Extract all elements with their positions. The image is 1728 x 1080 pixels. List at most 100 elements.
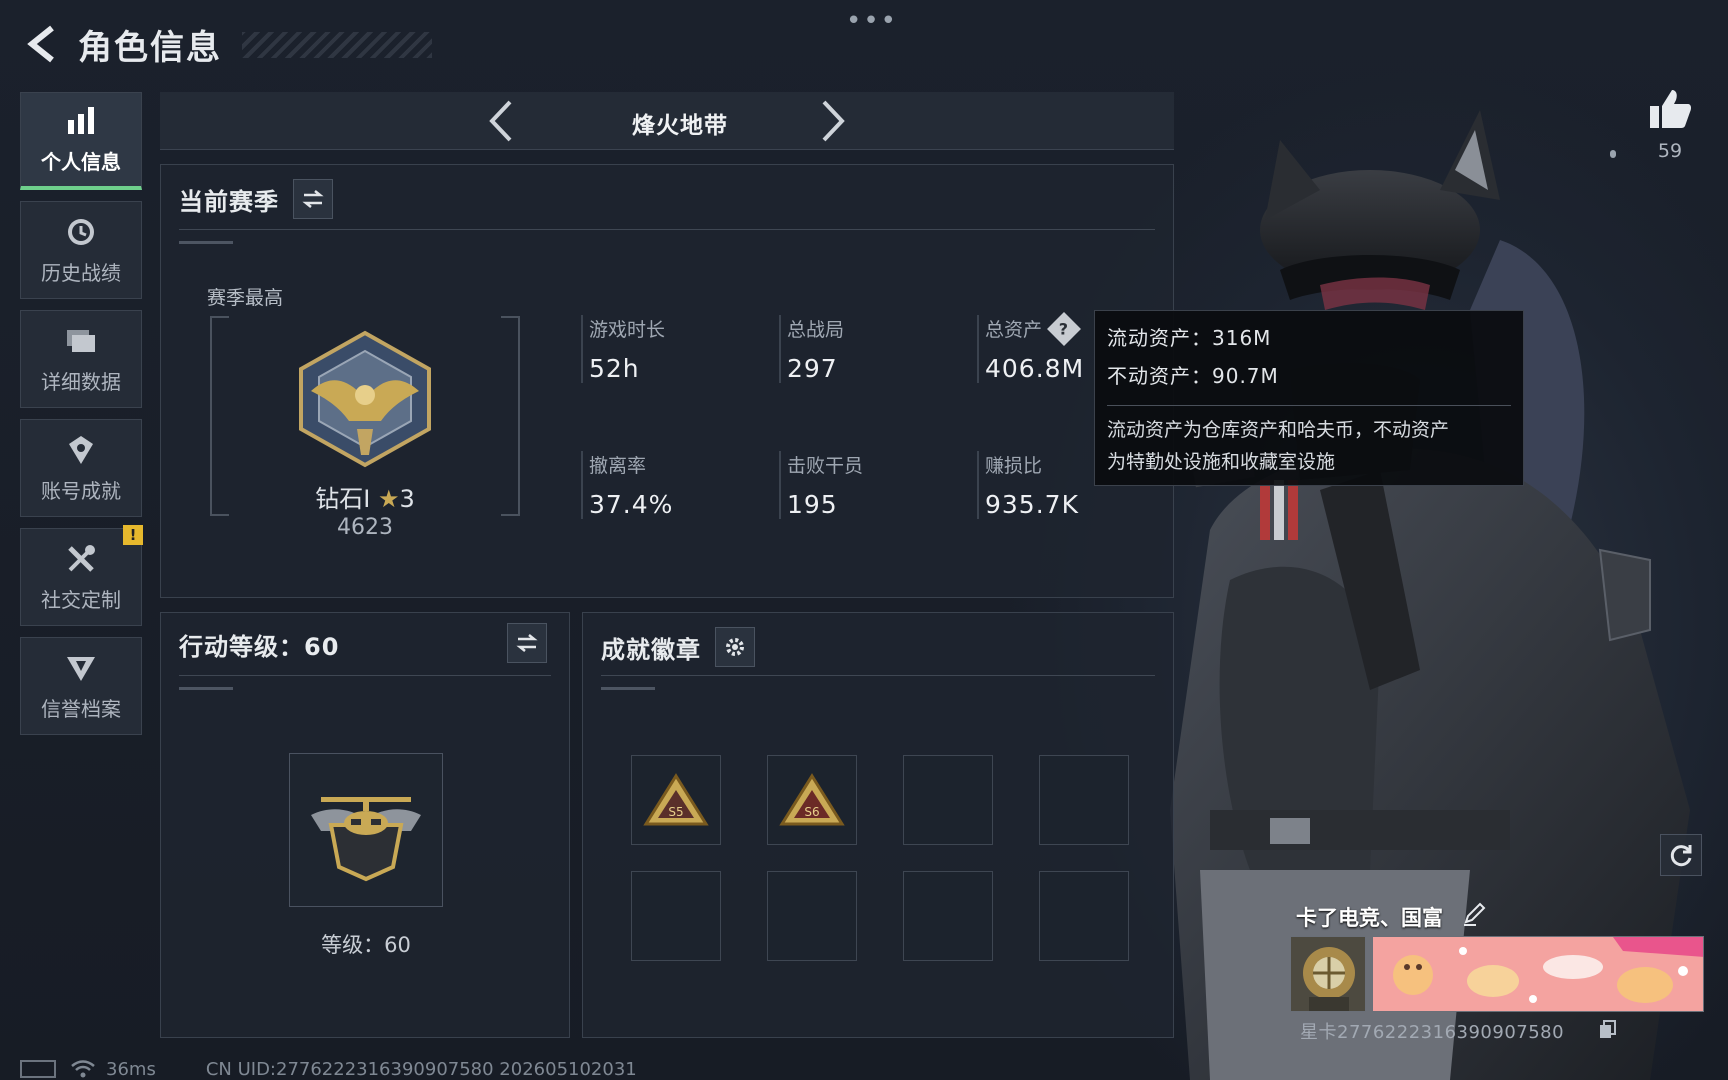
assets-tooltip: 流动资产：316M 不动资产：90.7M 流动资产为仓库资产和哈夫币，不动资产 …: [1094, 310, 1524, 486]
badge-slot-empty[interactable]: [1039, 871, 1129, 961]
rank-title: 钻石I: [315, 485, 371, 513]
player-name: 卡了电竞、国富: [1296, 906, 1443, 930]
achievement-badges-panel: 成就徽章 S5 S6: [582, 612, 1174, 1038]
card-uid: 星卡2776222316390907580: [1300, 1022, 1565, 1043]
sidebar-item-social-custom[interactable]: ! 社交定制: [20, 525, 143, 626]
uid-text: CN UID:2776222316390907580 202605102031: [205, 1058, 637, 1080]
more-menu-button[interactable]: •••: [846, 6, 898, 36]
tooltip-divider: [1107, 405, 1511, 406]
copy-icon[interactable]: [1598, 1020, 1618, 1040]
rotate-model-button[interactable]: [1660, 834, 1702, 876]
rank-star-icon: ★: [377, 485, 400, 513]
title-decoration: [242, 32, 432, 58]
badges-settings-button[interactable]: [715, 627, 755, 667]
like-button[interactable]: 59: [1646, 88, 1694, 162]
divider: [179, 229, 1155, 230]
badges-panel-title: 成就徽章: [601, 635, 701, 664]
back-arrow-icon: [27, 25, 54, 63]
season-switch-button[interactable]: [293, 179, 333, 219]
help-mark: ?: [1059, 319, 1069, 338]
stat-value: 52h: [589, 354, 640, 383]
s6-badge-icon: S6: [779, 773, 845, 826]
s6-badge-label: S6: [804, 805, 819, 819]
credit-shield-icon: [67, 656, 95, 681]
back-button[interactable]: [22, 22, 62, 66]
stat-value: 37.4%: [589, 490, 674, 519]
level-emblem: [289, 753, 443, 907]
divider: [601, 675, 1155, 676]
divider-tick: [179, 687, 233, 690]
bar-chart-icon: [68, 107, 94, 134]
rank-score: 4623: [337, 515, 393, 540]
divider: [179, 675, 551, 676]
rank-name: 钻石I ★3: [209, 479, 521, 514]
level-switch-button[interactable]: [507, 623, 547, 663]
history-clock-icon: [68, 218, 94, 245]
stat-play-time: 游戏时长 52h: [581, 315, 665, 383]
indicator-dot: [1610, 150, 1616, 158]
like-count: 59: [1657, 140, 1683, 162]
badge-slot-empty[interactable]: [903, 755, 993, 845]
stat-total-assets: 总资产 ? 406.8M: [977, 311, 1084, 383]
divider-tick: [179, 241, 233, 244]
stat-label: 游戏时长: [589, 319, 666, 341]
stat-label: 总资产 ?: [985, 311, 1084, 346]
season-panel-title: 当前赛季: [179, 187, 279, 216]
tooltip-description-line2: 为特勤处设施和收藏室设施: [1107, 451, 1336, 473]
help-icon[interactable]: ?: [1047, 311, 1081, 346]
gear-icon: [726, 638, 744, 656]
player-avatar[interactable]: [1290, 936, 1366, 1012]
tools-icon: [68, 544, 95, 572]
refresh-icon: [1670, 845, 1692, 867]
sidebar-item-achievements[interactable]: 账号成就: [20, 419, 142, 517]
stat-value: 195: [787, 490, 838, 519]
stat-total-matches: 总战局 297: [779, 315, 844, 383]
sidebar-item-label: 历史战绩: [41, 260, 121, 285]
sidebar-item-label: 账号成就: [41, 478, 121, 503]
badge-slot[interactable]: S6: [767, 755, 857, 845]
badge-slot-empty[interactable]: [631, 871, 721, 961]
status-bar: 36ms CN UID:2776222316390907580 20260510…: [20, 1058, 637, 1080]
s5-badge-label: S5: [668, 805, 683, 819]
badge-slot-empty[interactable]: [767, 871, 857, 961]
fixed-assets: 不动资产：90.7M: [1107, 364, 1279, 388]
sidebar-item-label: 详细数据: [41, 369, 121, 394]
folder-icon: [67, 329, 95, 352]
diamond-rank-emblem-icon: [299, 330, 431, 468]
season-best-label: 赛季最高: [207, 287, 284, 309]
edit-pencil-icon[interactable]: [1462, 902, 1486, 926]
badge-slot-empty[interactable]: [1039, 755, 1129, 845]
mode-selector: 烽火地带: [160, 92, 1174, 150]
avatar-diver-helmet-icon: [1291, 937, 1365, 1011]
stat-profit-ratio: 赚损比 935.7K: [977, 451, 1079, 519]
mode-prev-arrow-icon[interactable]: [482, 98, 522, 144]
badges-panel-header: 成就徽章: [601, 627, 755, 667]
mode-next-arrow-icon[interactable]: [812, 98, 852, 144]
current-season-panel: 当前赛季 赛季最高 钻石I ★3 4623 游戏时长 52h 总战局 297 总…: [160, 164, 1174, 598]
badge-slot[interactable]: S5: [631, 755, 721, 845]
swap-icon: [516, 634, 538, 652]
thumbs-up-icon: [1650, 90, 1692, 128]
sidebar-item-label: 个人信息: [41, 150, 121, 174]
alert-badge: !: [123, 525, 143, 545]
ping-value: 36ms: [106, 1058, 156, 1080]
total-assets-label: 总资产: [985, 319, 1043, 341]
badge-slot-empty[interactable]: [903, 871, 993, 961]
tooltip-description-line1: 流动资产为仓库资产和哈夫币，不动资产: [1107, 419, 1450, 441]
sidebar-item-personal-info[interactable]: 个人信息: [20, 92, 142, 190]
divider-tick: [601, 687, 655, 690]
sidebar-item-detailed-data[interactable]: 详细数据: [20, 310, 142, 408]
stat-label: 撤离率: [589, 455, 647, 477]
stat-label: 总战局: [787, 319, 845, 341]
action-level-title: 行动等级：60: [179, 633, 340, 661]
liquid-assets: 流动资产：316M: [1107, 326, 1272, 350]
header: 角色信息: [22, 20, 432, 68]
player-banner[interactable]: [1372, 936, 1704, 1012]
achievement-icon: [69, 435, 93, 464]
stat-value: 297: [787, 354, 838, 383]
sidebar-item-credit-record[interactable]: 信誉档案: [20, 637, 142, 735]
stat-extraction-rate: 撤离率 37.4%: [581, 451, 673, 519]
sidebar-item-match-history[interactable]: 历史战绩: [20, 201, 142, 299]
stat-kills: 击败干员 195: [779, 451, 863, 519]
level-panel-header: 行动等级：60: [179, 627, 339, 662]
